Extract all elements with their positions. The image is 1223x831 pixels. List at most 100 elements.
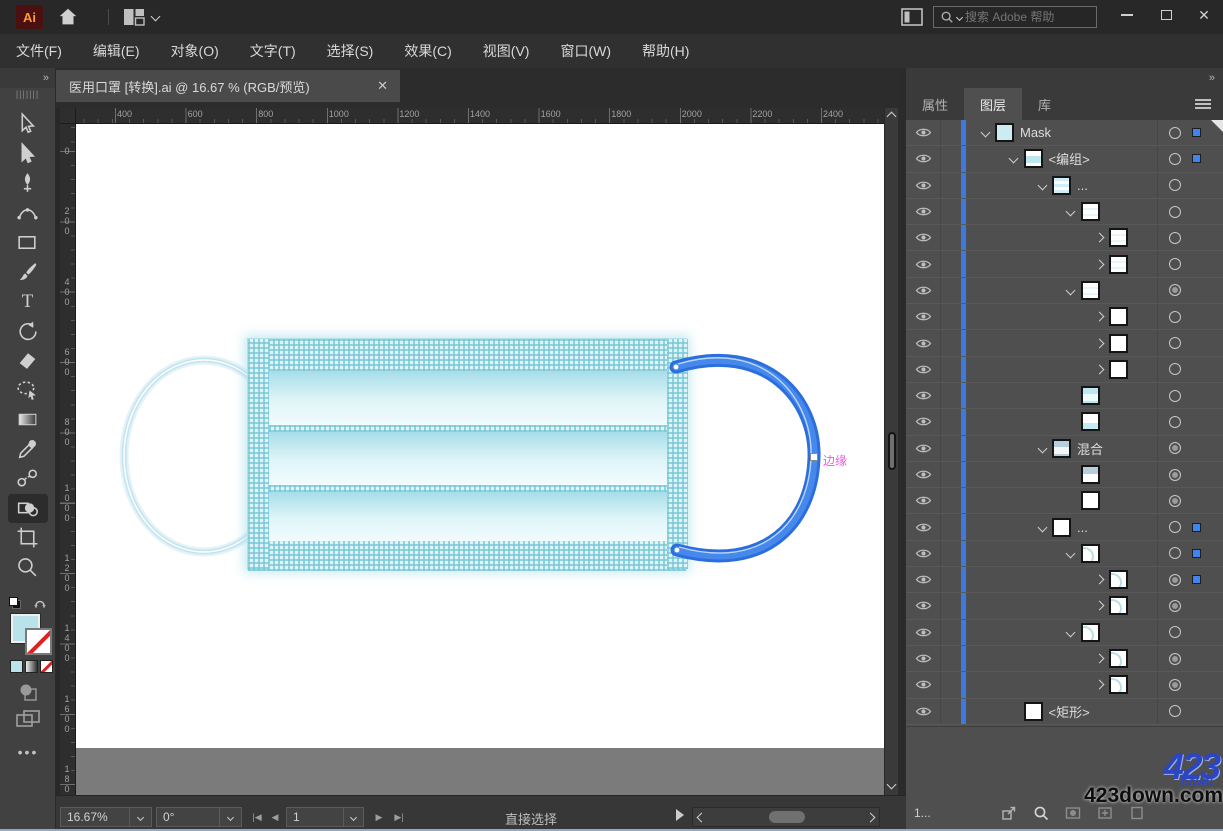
layer-thumbnail[interactable] [1081, 465, 1100, 484]
expand-chevron-icon[interactable] [1061, 550, 1081, 557]
expand-chevron-icon[interactable] [1032, 445, 1052, 452]
visibility-eye-icon[interactable] [906, 232, 940, 243]
lock-column[interactable] [940, 436, 961, 461]
lock-column[interactable] [940, 120, 961, 145]
layer-thumbnail[interactable] [1052, 439, 1071, 458]
target-circle-icon[interactable] [1169, 153, 1181, 165]
visibility-eye-icon[interactable] [906, 600, 940, 611]
layer-thumbnail[interactable] [1081, 623, 1100, 642]
layer-row[interactable]: ... [906, 173, 1223, 199]
eraser-tool[interactable] [8, 346, 48, 376]
expand-chevron-icon[interactable] [1089, 366, 1109, 373]
lock-column[interactable] [940, 488, 961, 513]
layer-name[interactable]: <矩形> [1049, 702, 1090, 721]
previous-artboard-icon[interactable]: ◀ [268, 807, 282, 827]
artboard-tool[interactable] [8, 523, 48, 553]
layer-thumbnail[interactable] [1081, 412, 1100, 431]
tab-layers[interactable]: 图层 [964, 88, 1022, 120]
status-expand-icon[interactable] [676, 809, 684, 821]
lock-column[interactable] [940, 409, 961, 434]
scroll-up-icon[interactable] [887, 112, 897, 122]
visibility-eye-icon[interactable] [906, 206, 940, 217]
selection-indicator[interactable] [1192, 549, 1201, 558]
blend-tool[interactable] [8, 464, 48, 494]
rectangle-tool[interactable] [8, 228, 48, 258]
layer-thumbnail[interactable] [1109, 334, 1128, 353]
tools-collapse-icon[interactable]: » [0, 68, 55, 88]
target-circle-icon[interactable] [1169, 179, 1181, 191]
swap-fill-stroke-icon[interactable] [32, 596, 48, 610]
layer-thumbnail[interactable] [1081, 281, 1100, 300]
tab-close-icon[interactable]: ✕ [377, 78, 388, 94]
visibility-eye-icon[interactable] [906, 548, 940, 559]
collect-for-export-icon[interactable] [1001, 805, 1017, 821]
layer-thumbnail[interactable] [1109, 307, 1128, 326]
layer-row[interactable] [906, 462, 1223, 488]
visibility-eye-icon[interactable] [906, 416, 940, 427]
lock-column[interactable] [940, 225, 961, 250]
expand-chevron-icon[interactable] [1089, 602, 1109, 609]
target-circle-icon[interactable] [1169, 337, 1181, 349]
layer-thumbnail[interactable] [1109, 360, 1128, 379]
menu-item[interactable]: 对象(O) [171, 41, 235, 61]
target-circle-icon[interactable] [1169, 127, 1181, 139]
menu-item[interactable]: 窗口(W) [560, 41, 627, 61]
tab-properties[interactable]: 属性 [906, 88, 964, 120]
search-chevron-down-icon[interactable] [956, 13, 963, 20]
lock-column[interactable] [940, 383, 961, 408]
target-circle-icon[interactable] [1169, 547, 1181, 559]
expand-chevron-icon[interactable] [1089, 340, 1109, 347]
ruler-corner[interactable] [60, 108, 76, 124]
target-circle-icon[interactable] [1169, 574, 1181, 586]
lock-column[interactable] [940, 173, 961, 198]
lock-column[interactable] [940, 646, 961, 671]
last-artboard-icon[interactable]: ▶| [390, 807, 408, 827]
workspace-chevron-down-icon[interactable] [151, 12, 161, 22]
menu-item[interactable]: 编辑(E) [93, 41, 156, 61]
zoom-chevron-down-icon[interactable] [130, 807, 152, 827]
zoom-level-field[interactable]: 16.67% [60, 807, 130, 827]
app-logo-icon[interactable]: Ai [16, 5, 43, 29]
expand-chevron-icon[interactable] [1061, 287, 1081, 294]
visibility-eye-icon[interactable] [906, 127, 940, 138]
target-circle-icon[interactable] [1169, 311, 1181, 323]
layer-name[interactable]: ... [1077, 520, 1088, 535]
layer-row[interactable] [906, 383, 1223, 409]
layer-row[interactable] [906, 278, 1223, 304]
expand-chevron-icon[interactable] [1089, 234, 1109, 241]
none-mode-icon[interactable] [40, 660, 53, 673]
target-circle-icon[interactable] [1169, 258, 1181, 270]
panel-menu-icon[interactable] [1195, 97, 1211, 111]
layer-row[interactable] [906, 251, 1223, 277]
rotation-chevron-down-icon[interactable] [220, 807, 242, 827]
layer-row[interactable]: 混合 [906, 436, 1223, 462]
visibility-eye-icon[interactable] [906, 338, 940, 349]
expand-chevron-icon[interactable] [1032, 182, 1052, 189]
horizontal-scroll-thumb[interactable] [769, 811, 805, 823]
layer-row[interactable] [906, 304, 1223, 330]
menu-item[interactable]: 视图(V) [483, 41, 546, 61]
target-circle-icon[interactable] [1169, 363, 1181, 375]
visibility-eye-icon[interactable] [906, 706, 940, 717]
layer-row[interactable] [906, 567, 1223, 593]
visibility-eye-icon[interactable] [906, 311, 940, 322]
expand-chevron-icon[interactable] [1089, 313, 1109, 320]
lock-column[interactable] [940, 541, 961, 566]
lasso-tool[interactable] [8, 376, 48, 406]
menu-item[interactable]: 文件(F) [16, 41, 78, 61]
layer-row[interactable] [906, 541, 1223, 567]
screen-mode-icon[interactable] [15, 708, 41, 730]
lock-column[interactable] [940, 620, 961, 645]
layer-thumbnail[interactable] [995, 123, 1014, 142]
lock-column[interactable] [940, 251, 961, 276]
expand-chevron-icon[interactable] [1089, 261, 1109, 268]
layer-row[interactable] [906, 357, 1223, 383]
locate-object-icon[interactable] [1033, 805, 1049, 821]
lock-column[interactable] [940, 278, 961, 303]
scroll-left-icon[interactable] [697, 813, 707, 823]
target-circle-icon[interactable] [1169, 284, 1181, 296]
lock-column[interactable] [940, 672, 961, 697]
layer-thumbnail[interactable] [1052, 518, 1071, 537]
expand-chevron-icon[interactable] [1061, 629, 1081, 636]
layer-row[interactable] [906, 593, 1223, 619]
